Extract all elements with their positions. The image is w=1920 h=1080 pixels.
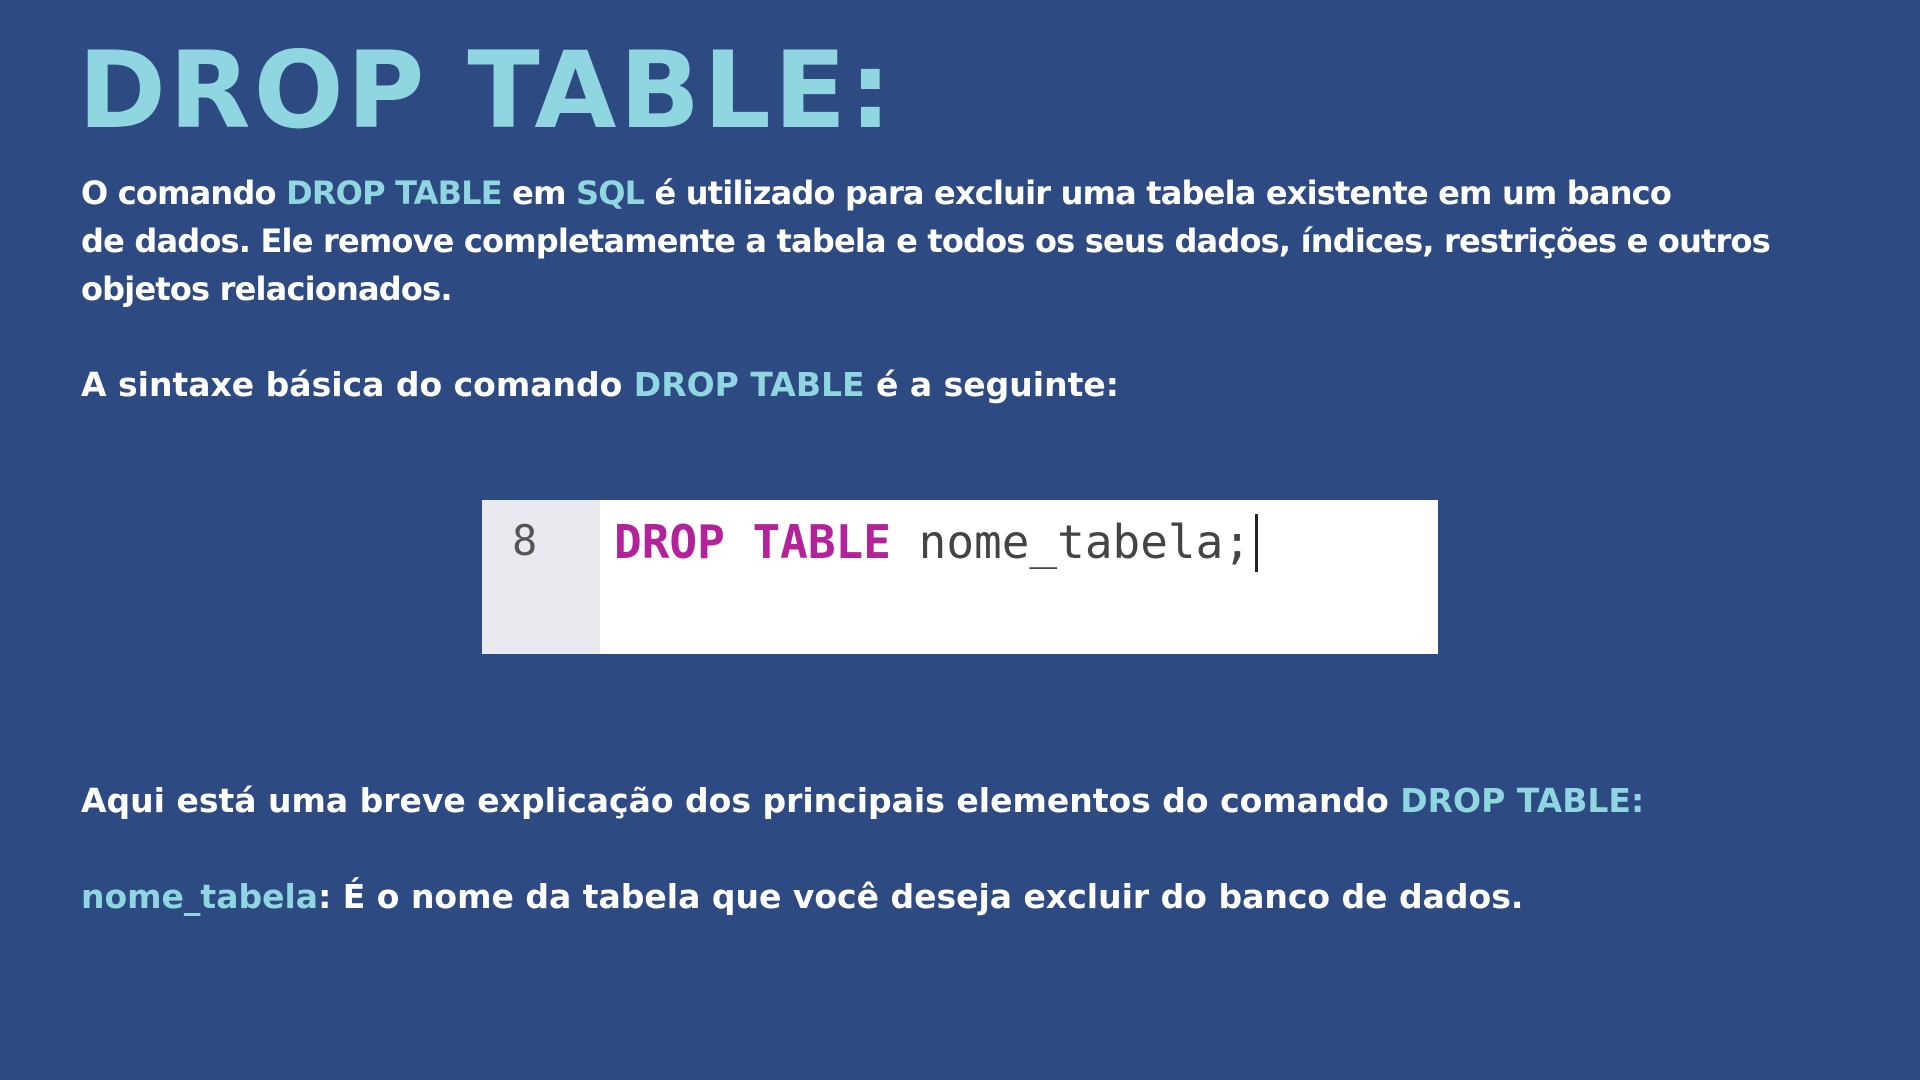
code-line[interactable]: DROP TABLE nome_tabela; — [600, 500, 1258, 654]
intro-highlight-drop-table: DROP TABLE — [286, 174, 503, 212]
sql-identifier: nome_tabela; — [890, 515, 1251, 569]
line-number: 8 — [512, 516, 538, 565]
intro-paragraph: O comando DROP TABLE em SQL é utilizado … — [81, 169, 1771, 313]
sql-keyword: DROP TABLE — [614, 515, 891, 569]
syntax-highlight-drop-table: DROP TABLE — [633, 365, 865, 404]
explanation-text: Aqui está uma breve explicação dos princ… — [81, 781, 1401, 820]
parameter-text: : É o nome da tabela que você deseja exc… — [318, 877, 1524, 916]
syntax-text: A sintaxe básica do comando — [81, 365, 634, 404]
parameter-name: nome_tabela — [81, 877, 319, 916]
intro-line-2: de dados. Ele remove completamente a tab… — [81, 222, 1771, 260]
intro-line-3: objetos relacionados. — [81, 270, 452, 308]
text-cursor — [1254, 514, 1258, 572]
code-editor-snippet: 8 DROP TABLE nome_tabela; — [482, 500, 1438, 654]
intro-text: O comando — [81, 174, 287, 212]
line-number-gutter: 8 — [482, 500, 600, 654]
intro-text: é utilizado para excluir uma tabela exis… — [644, 174, 1672, 212]
intro-highlight-sql: SQL — [575, 174, 645, 212]
explanation-paragraph: Aqui está uma breve explicação dos princ… — [81, 777, 1644, 825]
page-title: DROP TABLE: — [78, 29, 895, 152]
parameter-description: nome_tabela: É o nome da tabela que você… — [81, 873, 1523, 921]
syntax-paragraph: A sintaxe básica do comando DROP TABLE é… — [81, 361, 1119, 409]
explanation-highlight-drop-table: DROP TABLE: — [1400, 781, 1645, 820]
intro-text: em — [501, 174, 576, 212]
syntax-text: é a seguinte: — [864, 365, 1119, 404]
